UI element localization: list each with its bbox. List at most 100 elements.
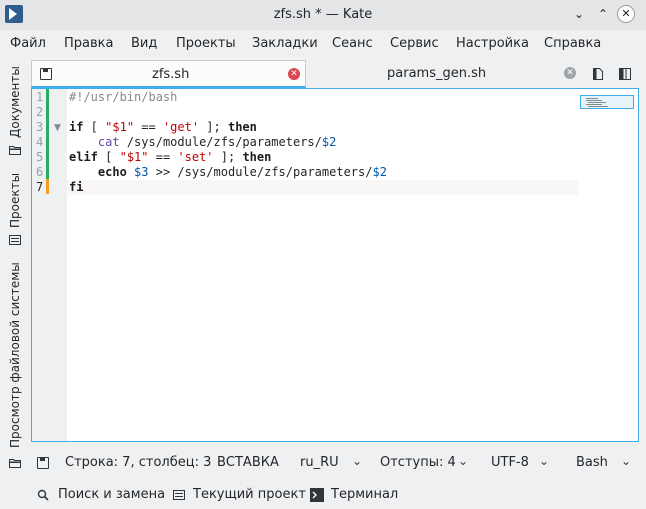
line-number-current: 7 bbox=[36, 180, 44, 194]
split-view-icon[interactable] bbox=[618, 67, 632, 81]
saved-change-marker bbox=[46, 104, 49, 119]
code-token: $2 bbox=[321, 135, 337, 149]
code-token: then bbox=[242, 150, 272, 164]
code-token: fi bbox=[69, 180, 84, 194]
line-number: 3 bbox=[36, 120, 44, 134]
syntax-selector[interactable]: Bash bbox=[576, 455, 608, 470]
maximize-icon[interactable]: ⌃ bbox=[594, 5, 612, 23]
sidebar-tab-filesystem[interactable]: Просмотр файловой системы bbox=[0, 258, 30, 450]
tab-zfs-sh[interactable]: zfs.sh ✕ bbox=[31, 60, 306, 88]
menu-session[interactable]: Сеанс bbox=[332, 36, 373, 51]
saved-change-marker bbox=[46, 134, 49, 149]
code-token: "$1" bbox=[105, 120, 135, 134]
code-line[interactable]: if [ "$1" == 'get' ]; then bbox=[69, 120, 257, 135]
code-token: == bbox=[148, 150, 178, 164]
code-token: then bbox=[227, 120, 257, 134]
menu-settings[interactable]: Настройка bbox=[456, 36, 529, 51]
line-number: 2 bbox=[36, 105, 44, 119]
code-token: == bbox=[134, 120, 163, 134]
input-mode[interactable]: ВСТАВКА bbox=[217, 455, 279, 470]
code-token: >> /sys/module/zfs/parameters/ bbox=[148, 165, 373, 179]
code-line[interactable]: elif [ "$1" == 'set' ]; then bbox=[69, 150, 271, 165]
minimap-line bbox=[586, 100, 602, 101]
code-token: 'get' bbox=[162, 120, 200, 134]
saved-change-marker bbox=[46, 119, 49, 134]
left-sidebar: Документы Проекты Просмотр файловой сист… bbox=[0, 58, 30, 476]
code-token: cat bbox=[97, 135, 120, 149]
menu-help[interactable]: Справка bbox=[544, 36, 601, 51]
code-token: [ bbox=[97, 150, 120, 164]
save-icon bbox=[40, 68, 52, 80]
save-icon[interactable] bbox=[37, 457, 49, 469]
code-line[interactable]: fi bbox=[69, 180, 83, 195]
code-token: $2 bbox=[372, 165, 387, 179]
saved-change-marker bbox=[46, 149, 49, 164]
line-number: 6 bbox=[36, 165, 44, 179]
minimize-icon[interactable]: ⌄ bbox=[570, 5, 588, 23]
sidebar-tab-label: Проекты bbox=[8, 172, 22, 228]
close-tab-icon[interactable]: ✕ bbox=[564, 67, 576, 79]
terminal-button[interactable]: Терминал bbox=[331, 487, 398, 502]
chevron-down-icon[interactable]: ⌄ bbox=[621, 454, 631, 468]
saved-change-marker bbox=[46, 89, 49, 104]
unsaved-change-marker bbox=[46, 179, 49, 194]
folder-icon bbox=[9, 146, 21, 155]
cursor-position[interactable]: Строка: 7, столбец: 3 bbox=[65, 455, 211, 470]
code-token: echo bbox=[97, 165, 127, 179]
sidebar-tab-documents[interactable]: Документы bbox=[0, 58, 30, 140]
tab-label: params_gen.sh bbox=[387, 66, 487, 81]
code-token: $3 bbox=[134, 165, 149, 179]
sidebar-tab-label: Документы bbox=[8, 66, 22, 138]
chevron-down-icon[interactable]: ⌄ bbox=[352, 454, 362, 468]
new-document-icon[interactable] bbox=[591, 67, 605, 81]
tab-params-gen-sh[interactable]: params_gen.sh ✕ bbox=[307, 60, 583, 88]
minimap-line bbox=[586, 104, 602, 105]
code-token: 'set' bbox=[177, 150, 214, 164]
line-number: 4 bbox=[36, 135, 44, 149]
menu-bar: Файл Правка Вид Проекты Закладки Сеанс С… bbox=[0, 34, 646, 56]
status-bar: Строка: 7, столбец: 3 ВСТАВКА ru_RU ⌄ От… bbox=[0, 450, 646, 476]
tab-label: zfs.sh bbox=[152, 67, 190, 82]
sidebar-tab-projects[interactable]: Проекты bbox=[0, 164, 30, 234]
code-token: elif bbox=[69, 150, 98, 164]
minimap-line bbox=[586, 98, 598, 99]
menu-tools[interactable]: Сервис bbox=[390, 36, 439, 51]
list-icon bbox=[173, 490, 185, 500]
chevron-down-icon[interactable]: ⌄ bbox=[539, 454, 549, 468]
minimap-line bbox=[588, 102, 606, 103]
bottom-toolbar: Поиск и замена Текущий проект Терминал bbox=[0, 482, 646, 506]
code-line[interactable]: echo $3 >> /sys/module/zfs/parameters/$2 bbox=[69, 165, 387, 180]
folder-icon[interactable] bbox=[9, 457, 21, 469]
menu-bookmarks[interactable]: Закладки bbox=[252, 36, 318, 51]
indent-selector[interactable]: Отступы: 4 bbox=[380, 455, 456, 470]
code-token: ]; bbox=[213, 150, 243, 164]
chevron-down-icon[interactable]: ⌄ bbox=[458, 454, 468, 468]
line-number-gutter: 1 2 3 4 5 6 7 ▼ bbox=[32, 89, 67, 441]
code-token: "$1" bbox=[119, 150, 149, 164]
menu-file[interactable]: Файл bbox=[10, 36, 46, 51]
saved-change-marker bbox=[46, 164, 49, 179]
search-replace-button[interactable]: Поиск и замена bbox=[58, 487, 165, 502]
code-token: ]; bbox=[199, 120, 228, 134]
minimap[interactable] bbox=[578, 89, 638, 441]
encoding-selector[interactable]: UTF-8 bbox=[491, 455, 529, 470]
code-line[interactable]: cat /sys/module/zfs/parameters/$2 bbox=[69, 135, 336, 150]
code-token: [ bbox=[83, 120, 106, 134]
current-project-button[interactable]: Текущий проект bbox=[193, 487, 306, 502]
menu-projects[interactable]: Проекты bbox=[176, 36, 236, 51]
code-line[interactable]: #!/usr/bin/bash bbox=[69, 90, 177, 105]
close-icon[interactable]: ✕ bbox=[617, 5, 635, 23]
menu-view[interactable]: Вид bbox=[131, 36, 157, 51]
code-area[interactable]: #!/usr/bin/bash if [ "$1" == 'get' ]; the… bbox=[67, 89, 578, 441]
code-editor[interactable]: 1 2 3 4 5 6 7 ▼ #!/usr/bin/bash if [ "$1"… bbox=[31, 88, 639, 442]
fold-arrow-icon[interactable]: ▼ bbox=[54, 123, 61, 133]
list-icon bbox=[9, 235, 21, 245]
close-tab-icon[interactable]: ✕ bbox=[288, 68, 300, 80]
search-icon bbox=[37, 489, 49, 501]
terminal-icon bbox=[310, 488, 324, 502]
dictionary-selector[interactable]: ru_RU bbox=[300, 455, 339, 470]
menu-edit[interactable]: Правка bbox=[64, 36, 113, 51]
